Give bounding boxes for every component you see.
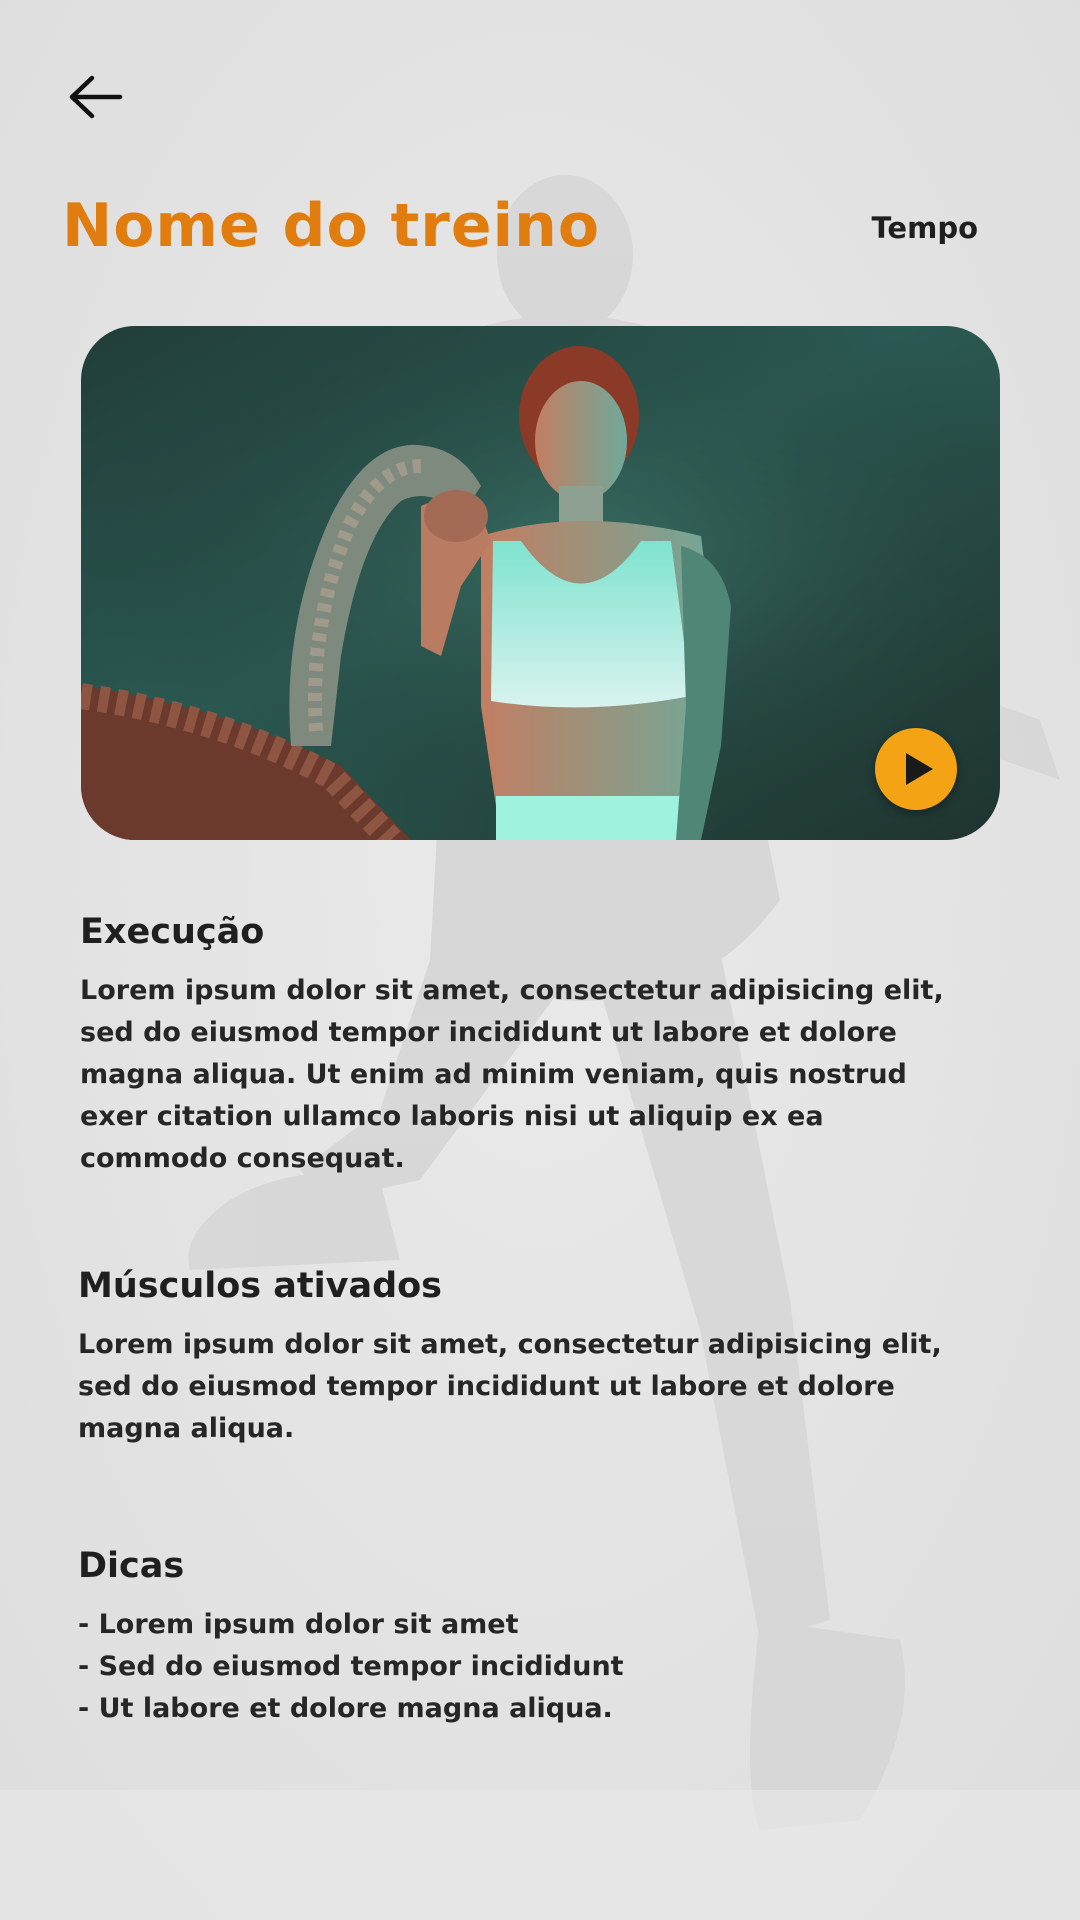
back-button[interactable] xyxy=(64,70,128,124)
dicas-item: - Sed do eiusmod tempor incididunt xyxy=(78,1651,624,1682)
musculos-heading: Músculos ativados xyxy=(78,1266,443,1306)
musculos-section: Músculos ativados Lorem ipsum dolor sit … xyxy=(78,1262,978,1450)
workout-photo xyxy=(81,326,1000,840)
dicas-item: - Ut labore et dolore magna aliqua. xyxy=(78,1693,613,1724)
video-thumbnail[interactable] xyxy=(81,326,1000,840)
dicas-item: - Lorem ipsum dolor sit amet xyxy=(78,1609,519,1640)
play-button[interactable] xyxy=(875,728,957,810)
dicas-list: - Lorem ipsum dolor sit amet - Sed do ei… xyxy=(78,1604,978,1730)
execucao-heading: Execução xyxy=(80,912,265,952)
arrow-left-icon xyxy=(69,75,123,119)
execucao-section: Execução Lorem ipsum dolor sit amet, con… xyxy=(80,908,980,1180)
play-icon xyxy=(906,753,933,785)
execucao-text: Lorem ipsum dolor sit amet, consectetur … xyxy=(80,975,944,1174)
dicas-section: Dicas - Lorem ipsum dolor sit amet - Sed… xyxy=(78,1542,978,1730)
musculos-text: Lorem ipsum dolor sit amet, consectetur … xyxy=(78,1329,942,1444)
dicas-heading: Dicas xyxy=(78,1546,185,1586)
page-title: Nome do treino xyxy=(62,191,601,261)
tempo-label[interactable]: Tempo xyxy=(872,208,979,248)
